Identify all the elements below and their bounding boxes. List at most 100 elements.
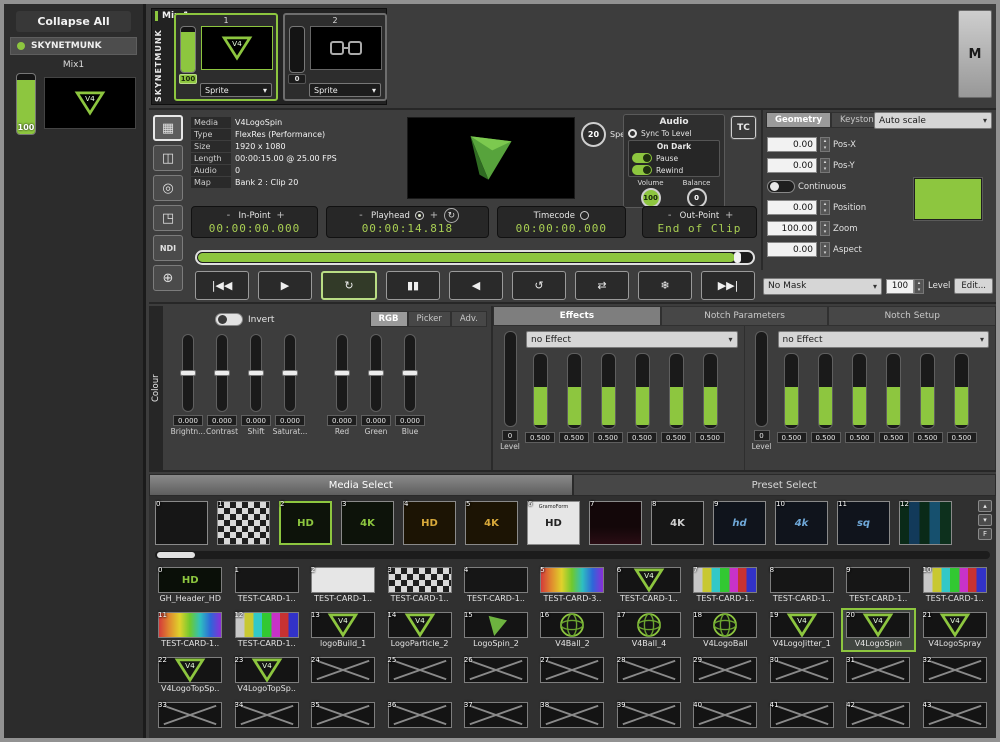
colour-slider-track[interactable] bbox=[282, 334, 298, 412]
effect-fader[interactable] bbox=[818, 353, 833, 429]
loop-reverse-button[interactable]: ↺ bbox=[512, 271, 566, 300]
layer-type-dropdown[interactable]: Sprite ▾ bbox=[200, 83, 272, 97]
slider-handle[interactable] bbox=[214, 370, 230, 376]
timecode-button[interactable]: TC bbox=[730, 115, 757, 140]
viewer-grid-tool-button[interactable]: ▦ bbox=[153, 115, 183, 141]
colour-slider-track[interactable] bbox=[248, 334, 264, 412]
clip-33[interactable]: 33 bbox=[153, 698, 227, 738]
clip-12[interactable]: 12 TEST-CARD-1.. bbox=[229, 608, 303, 652]
pause-toggle[interactable] bbox=[632, 153, 652, 163]
clip-16[interactable]: 16 V4Ball_2 bbox=[535, 608, 609, 652]
clip-10[interactable]: 10 TEST-CARD-1.. bbox=[918, 563, 992, 607]
clip-27[interactable]: 27 bbox=[535, 653, 609, 697]
colour-tab-rgb[interactable]: RGB bbox=[369, 311, 408, 327]
layer-thumbnail[interactable] bbox=[310, 26, 382, 70]
clip-26[interactable]: 26 bbox=[459, 653, 533, 697]
clip-3[interactable]: 3 TEST-CARD-1.. bbox=[382, 563, 456, 607]
clip-17[interactable]: 17 V4Ball_4 bbox=[612, 608, 686, 652]
colour-slider-track[interactable] bbox=[180, 334, 196, 412]
clip-2[interactable]: 2 TEST-CARD-1.. bbox=[306, 563, 380, 607]
bank-scroll-down-button[interactable]: ▾ bbox=[978, 514, 992, 526]
sync-to-level-toggle[interactable] bbox=[628, 129, 637, 138]
clip-6[interactable]: V4 6 TEST-CARD-1.. bbox=[612, 563, 686, 607]
slider-handle[interactable] bbox=[180, 370, 196, 376]
reload-icon[interactable]: ↻ bbox=[443, 208, 459, 223]
bank-scroll-up-button[interactable]: ▴ bbox=[978, 500, 992, 512]
clip-36[interactable]: 36 bbox=[382, 698, 456, 738]
clip-7[interactable]: 7 TEST-CARD-1.. bbox=[688, 563, 762, 607]
effect-dropdown[interactable]: no Effect ▾ bbox=[526, 331, 738, 348]
clip-32[interactable]: 32 bbox=[918, 653, 992, 697]
effects-tab-effects[interactable]: Effects bbox=[493, 306, 661, 326]
volume-knob[interactable]: 100 bbox=[640, 188, 661, 208]
layer-slot-2[interactable]: 2 0 Sprite ▾ bbox=[283, 13, 387, 101]
colour-tab-picker[interactable]: Picker bbox=[407, 311, 451, 327]
clip-23[interactable]: V4 23 V4LogoTopSp.. bbox=[229, 653, 303, 697]
loop-button[interactable]: ↻ bbox=[321, 271, 377, 300]
effect-level-fader[interactable] bbox=[755, 331, 768, 427]
pause-button[interactable]: ▮▮ bbox=[386, 271, 440, 300]
clip-42[interactable]: 42 bbox=[841, 698, 915, 738]
effect-fader[interactable] bbox=[532, 353, 548, 429]
bank-9[interactable]: hd 9 bbox=[711, 499, 768, 547]
speed-knob[interactable]: 20 bbox=[581, 122, 606, 147]
rgb-slider-track[interactable] bbox=[334, 334, 350, 412]
clip-28[interactable]: 28 bbox=[612, 653, 686, 697]
clip-11[interactable]: 11 TEST-CARD-1.. bbox=[153, 608, 227, 652]
bank-0[interactable]: 0 bbox=[153, 499, 210, 547]
clip-14[interactable]: V4 14 LogoParticle_2 bbox=[382, 608, 456, 652]
mask-dropdown[interactable]: No Mask ▾ bbox=[763, 277, 882, 295]
clip-15[interactable]: 15 LogoSpin_2 bbox=[459, 608, 533, 652]
progress-handle[interactable] bbox=[733, 252, 741, 263]
increment-button[interactable]: + bbox=[429, 210, 439, 221]
tab-geometry[interactable]: Geometry bbox=[766, 112, 831, 128]
mask-level-spinner[interactable]: ▴ ▾ bbox=[913, 278, 924, 294]
clip-37[interactable]: 37 bbox=[459, 698, 533, 738]
value-spinner[interactable]: ▴ ▾ bbox=[820, 158, 830, 173]
bank-scrollbar-thumb[interactable] bbox=[157, 552, 195, 558]
layer-fader[interactable] bbox=[289, 26, 305, 73]
invert-toggle[interactable] bbox=[215, 313, 243, 326]
slider-handle[interactable] bbox=[282, 370, 298, 376]
colour-slider-track[interactable] bbox=[214, 334, 230, 412]
ndi-tool-button[interactable]: NDI bbox=[153, 235, 183, 261]
record-tool-button[interactable]: ◎ bbox=[153, 175, 183, 201]
mask-level-value[interactable]: 100 bbox=[885, 278, 914, 294]
clip-31[interactable]: 31 bbox=[841, 653, 915, 697]
bank-8[interactable]: 4K 8 bbox=[649, 499, 706, 547]
clip-43[interactable]: 43 bbox=[918, 698, 992, 738]
clip-18[interactable]: 18 V4LogoBall bbox=[688, 608, 762, 652]
clip-9[interactable]: 9 TEST-CARD-1.. bbox=[841, 563, 915, 607]
effects-tab-notch-parameters[interactable]: Notch Parameters bbox=[660, 306, 829, 326]
continuous-toggle[interactable] bbox=[767, 180, 795, 193]
bank-filter-button[interactable]: F bbox=[978, 528, 992, 540]
clip-41[interactable]: 41 bbox=[765, 698, 839, 738]
clip-8[interactable]: 8 TEST-CARD-1.. bbox=[765, 563, 839, 607]
radio-icon[interactable] bbox=[579, 211, 589, 220]
clip-38[interactable]: 38 bbox=[535, 698, 609, 738]
clip-39[interactable]: 39 bbox=[612, 698, 686, 738]
clip-40[interactable]: 40 bbox=[688, 698, 762, 738]
clip-5[interactable]: 5 TEST-CARD-3.. bbox=[535, 563, 609, 607]
master-button[interactable]: M bbox=[958, 10, 992, 98]
effect-fader[interactable] bbox=[852, 353, 867, 429]
tab-media-select[interactable]: Media Select bbox=[149, 474, 573, 496]
bank-7[interactable]: 7 bbox=[587, 499, 644, 547]
geometry-value-field[interactable]: 0.00 bbox=[767, 242, 817, 257]
bank-5[interactable]: 4K 5 bbox=[463, 499, 520, 547]
geometry-value-field[interactable]: 0.00 bbox=[767, 158, 817, 173]
play-reverse-button[interactable]: ◀ bbox=[449, 271, 503, 300]
effect-fader[interactable] bbox=[668, 353, 684, 429]
playback-progress-bar[interactable] bbox=[195, 250, 755, 265]
fullscreen-tool-button[interactable]: ◳ bbox=[153, 205, 183, 231]
decrement-button[interactable]: - bbox=[665, 210, 675, 221]
effect-fader[interactable] bbox=[886, 353, 901, 429]
value-spinner[interactable]: ▴ ▾ bbox=[820, 221, 830, 236]
rewind-toggle[interactable] bbox=[632, 165, 652, 175]
bank-4[interactable]: HD 4 bbox=[401, 499, 458, 547]
clip-4[interactable]: 4 TEST-CARD-1.. bbox=[459, 563, 533, 607]
effect-dropdown[interactable]: no Effect ▾ bbox=[777, 331, 989, 348]
tab-preset-select[interactable]: Preset Select bbox=[572, 474, 996, 496]
value-spinner[interactable]: ▴ ▾ bbox=[820, 137, 830, 152]
effect-fader[interactable] bbox=[920, 353, 935, 429]
